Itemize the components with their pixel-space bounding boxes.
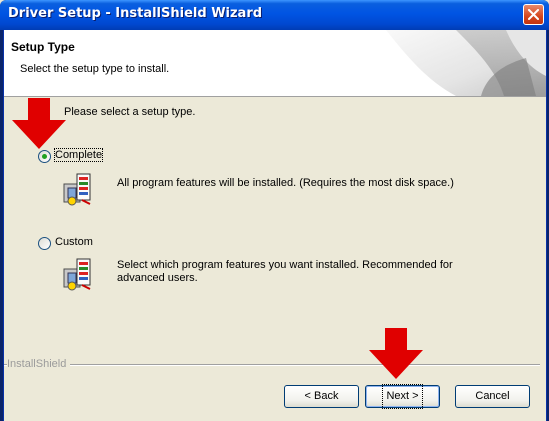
red-arrow-icon: [12, 98, 66, 149]
close-x-icon: [528, 9, 539, 20]
title-bar[interactable]: Driver Setup - InstallShield Wizard: [0, 0, 549, 30]
wizard-body: Setup Type Select the setup type to inst…: [3, 30, 547, 421]
complete-description: All program features will be installed. …: [117, 177, 454, 189]
next-button-label: Next >: [382, 384, 423, 409]
header-decoration-image: [386, 30, 546, 96]
red-arrow-icon: [369, 328, 423, 379]
window-title: Driver Setup - InstallShield Wizard: [8, 6, 263, 21]
setup-type-prompt: Please select a setup type.: [64, 106, 196, 118]
divider-rule: [4, 364, 540, 366]
setup-package-icon: [63, 258, 91, 291]
close-button[interactable]: [523, 4, 544, 25]
custom-description: Select which program features you want i…: [117, 259, 453, 284]
cancel-button-label: Cancel: [475, 390, 510, 402]
installshield-brand: InstallShield: [7, 358, 71, 370]
installer-window: Driver Setup - InstallShield Wizard Setu…: [0, 0, 549, 421]
cancel-button[interactable]: Cancel: [455, 385, 530, 408]
next-button[interactable]: Next >: [365, 384, 440, 409]
page-title: Setup Type: [11, 40, 75, 54]
back-button[interactable]: < Back: [284, 385, 359, 408]
complete-label[interactable]: Complete: [53, 148, 104, 162]
installshield-divider: InstallShield: [4, 358, 546, 370]
back-button-label: < Back: [304, 390, 339, 402]
wizard-header: Setup Type Select the setup type to inst…: [4, 30, 546, 97]
page-subtitle: Select the setup type to install.: [20, 63, 170, 75]
custom-label[interactable]: Custom: [55, 236, 93, 248]
custom-radio[interactable]: [38, 237, 51, 250]
setup-package-icon: [63, 173, 91, 206]
complete-radio[interactable]: [38, 150, 51, 163]
